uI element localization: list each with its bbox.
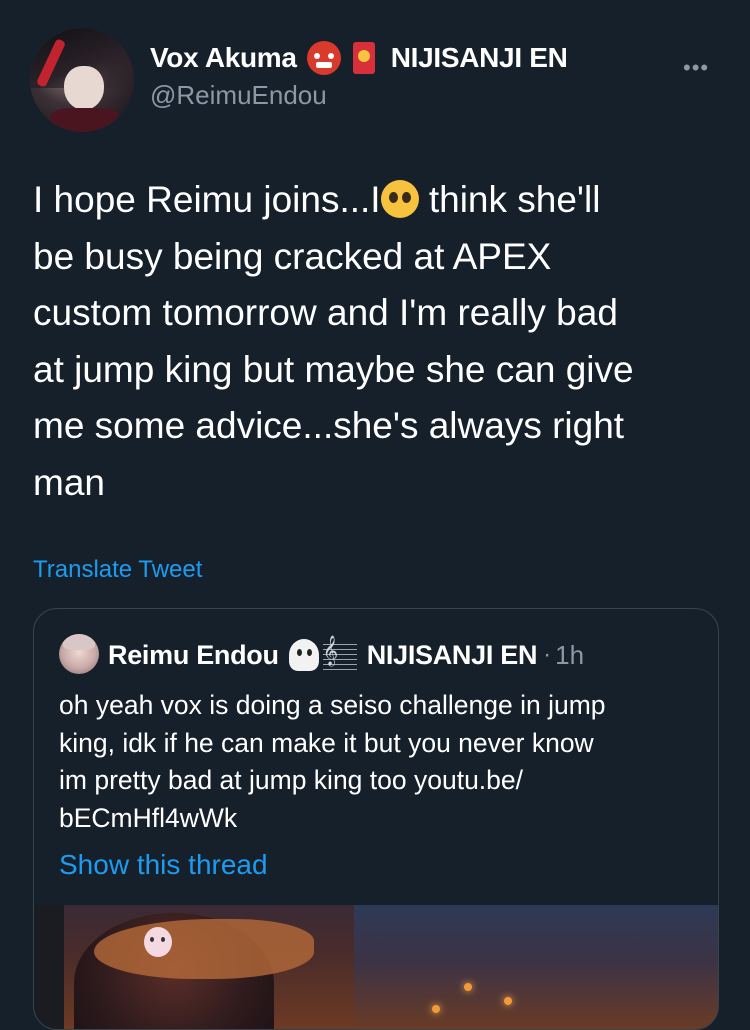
quoted-author-avatar[interactable] [59,634,99,674]
media-ghost-accessory [144,927,172,957]
avatar-collar [50,108,120,132]
media-spark [504,997,512,1005]
quoted-media-image[interactable] [34,905,718,1029]
red-envelope-emoji [352,42,375,74]
avatar-face [64,66,104,110]
tweet-text: I hope Reimu joins...I think she'll be b… [33,172,723,511]
quoted-author-display-name[interactable]: Reimu Endou [108,640,279,671]
musical-score-emoji [322,636,357,670]
quoted-tweet-card[interactable]: Reimu Endou NIJISANJI EN · 1h oh yeah vo… [33,608,719,1030]
quoted-author-row: Reimu Endou NIJISANJI EN · 1h [108,636,584,673]
translate-tweet-link[interactable]: Translate Tweet [33,556,202,584]
quoted-author-org-label: NIJISANJI EN [366,639,538,670]
author-display-name[interactable]: Vox Akuma [150,42,297,74]
media-background [354,905,718,1029]
tweet-text-part1: I hope Reimu joins...I [33,179,381,220]
author-handle[interactable]: @ReimuEndou [150,80,327,111]
quoted-tweet-text: oh yeah vox is doing a seiso challenge i… [59,690,606,833]
tweet-text-part2: think she'll be busy being cracked at AP… [33,179,634,503]
author-avatar[interactable] [30,28,134,132]
author-org-label: NIJISANJI EN [390,42,568,73]
media-character-hair [94,919,314,979]
media-spark [432,1005,440,1013]
show-thread-link[interactable]: Show this thread [59,849,268,881]
media-spark [464,983,472,991]
more-options-icon[interactable]: ••• [683,55,709,81]
japanese-ogre-emoji [306,41,341,75]
author-name-row: Vox Akuma NIJISANJI EN [150,38,568,78]
pleading-face-emoji [380,180,419,218]
media-left-edge [34,905,64,1029]
ghost-emoji [288,639,319,671]
tweet-header: Vox Akuma NIJISANJI EN @ReimuEndou ••• [0,0,750,140]
separator-dot: · [543,641,552,668]
quoted-timestamp[interactable]: 1h [555,640,584,671]
